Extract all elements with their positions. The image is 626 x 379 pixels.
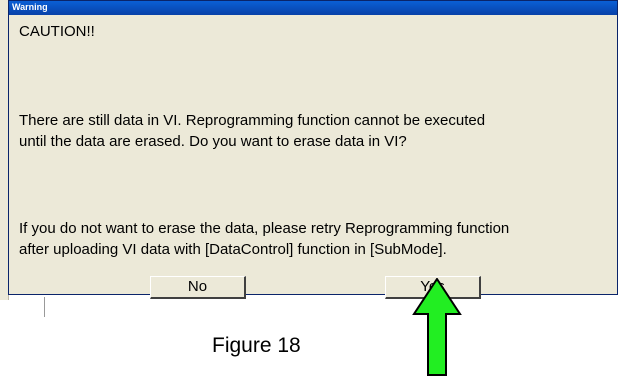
figure-caption: Figure 18: [212, 334, 301, 357]
retry-instruction-text: If you do not want to erase the data, pl…: [19, 218, 615, 260]
green-up-arrow-icon: [412, 278, 462, 376]
background-app-line: [44, 297, 45, 317]
erase-question-line-2: until the data are erased. Do you want t…: [19, 133, 407, 150]
caution-heading: CAUTION!!: [19, 23, 95, 40]
erase-question-line-1: There are still data in VI. Reprogrammin…: [19, 112, 486, 129]
warning-dialog: Warning CAUTION!! There are still data i…: [8, 0, 618, 295]
retry-instruction-line-1: If you do not want to erase the data, pl…: [19, 220, 510, 237]
no-button[interactable]: No: [150, 276, 246, 299]
erase-question-text: There are still data in VI. Reprogrammin…: [19, 110, 615, 152]
dialog-title: Warning: [9, 1, 617, 15]
retry-instruction-line-2: after uploading VI data with [DataContro…: [19, 241, 447, 258]
